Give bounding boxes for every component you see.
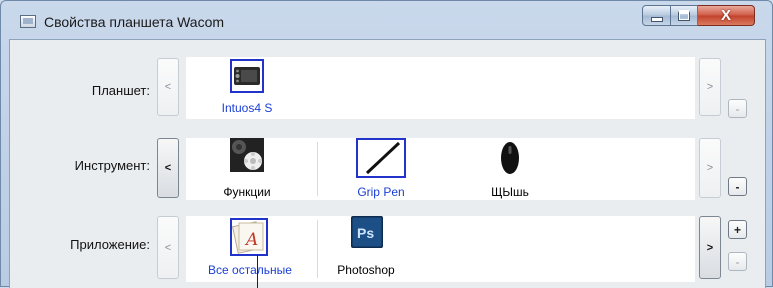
minus-icon: -: [735, 254, 740, 269]
app-scroll-left-button[interactable]: <: [157, 216, 179, 279]
tool-item-label-grip-pen: Grip Pen: [357, 185, 405, 199]
app-item-all-others[interactable]: A Все остальные: [192, 216, 308, 282]
svg-text:Ps: Ps: [357, 225, 374, 241]
tool-remove-button[interactable]: -: [728, 177, 747, 196]
app-item-label-photoshop: Photoshop: [337, 263, 395, 277]
tool-strip: Функции Grip Pen ЩЫшь: [186, 138, 695, 200]
tablet-remove-button[interactable]: -: [728, 99, 747, 118]
app-item-photoshop[interactable]: Ps Photoshop: [331, 216, 401, 282]
tablet-scroll-left-button[interactable]: <: [157, 58, 179, 116]
minimize-icon: [650, 17, 663, 22]
app-scroll-right-button[interactable]: >: [699, 216, 721, 279]
maximize-button[interactable]: [671, 5, 698, 26]
app-add-button[interactable]: +: [728, 220, 747, 239]
window-title: Свойства планшета Wacom: [44, 14, 225, 30]
photoshop-icon: Ps: [351, 216, 383, 250]
app-item-label-all-others: Все остальные: [208, 263, 292, 277]
tablet-item-intuos4[interactable]: Intuos4 S: [212, 57, 282, 119]
app-separator: [317, 220, 318, 278]
wacom-properties-window: Свойства планшета Wacom X Планшет: < Int…: [0, 0, 773, 288]
tool-row-label: Инструмент:: [74, 158, 150, 173]
tool-item-mouse[interactable]: ЩЫшь: [475, 138, 545, 200]
chevron-right-icon: >: [706, 162, 714, 174]
tablet-scroll-right-button[interactable]: >: [699, 58, 721, 116]
tablet-item-label: Intuos4 S: [221, 101, 273, 115]
tool-separator: [317, 142, 318, 196]
caption-buttons: X: [642, 5, 757, 26]
tool-item-label-functions: Функции: [223, 185, 271, 199]
title-bar: Свойства планшета Wacom X: [1, 1, 772, 39]
tablet-icon: [230, 59, 264, 93]
close-button[interactable]: X: [698, 5, 755, 26]
tool-item-label-mouse: ЩЫшь: [491, 185, 529, 199]
window-icon: [20, 15, 36, 28]
functions-icon: [230, 138, 264, 172]
chevron-left-icon: <: [164, 162, 172, 174]
chevron-left-icon: <: [164, 241, 172, 254]
minimize-button[interactable]: [642, 5, 671, 26]
text-cursor: [257, 255, 258, 288]
chevron-left-icon: <: [164, 81, 172, 93]
chevron-right-icon: >: [706, 241, 714, 254]
app-strip: A Все остальные Ps Photoshop: [186, 216, 695, 282]
tool-item-grip-pen[interactable]: Grip Pen: [346, 138, 416, 200]
maximize-icon: [678, 10, 690, 21]
tablet-strip: Intuos4 S: [186, 57, 695, 119]
mouse-icon: [497, 138, 523, 178]
tool-item-functions[interactable]: Функции: [212, 138, 282, 200]
minus-icon: -: [735, 179, 740, 194]
tool-scroll-left-button[interactable]: <: [157, 138, 179, 198]
client-area: Планшет: < Intuos4 S > - Инструмент: < Ф…: [9, 39, 766, 288]
tablet-row-label: Планшет:: [91, 83, 150, 98]
app-row-label: Приложение:: [70, 237, 150, 252]
all-apps-icon: A: [230, 218, 268, 256]
tool-scroll-right-button[interactable]: >: [699, 138, 721, 198]
app-remove-button[interactable]: -: [728, 252, 747, 271]
pen-icon: [356, 138, 406, 178]
chevron-right-icon: >: [706, 81, 714, 93]
svg-text:A: A: [244, 230, 258, 250]
minus-icon: -: [735, 101, 740, 116]
plus-icon: +: [733, 222, 741, 237]
close-icon: X: [720, 7, 731, 24]
